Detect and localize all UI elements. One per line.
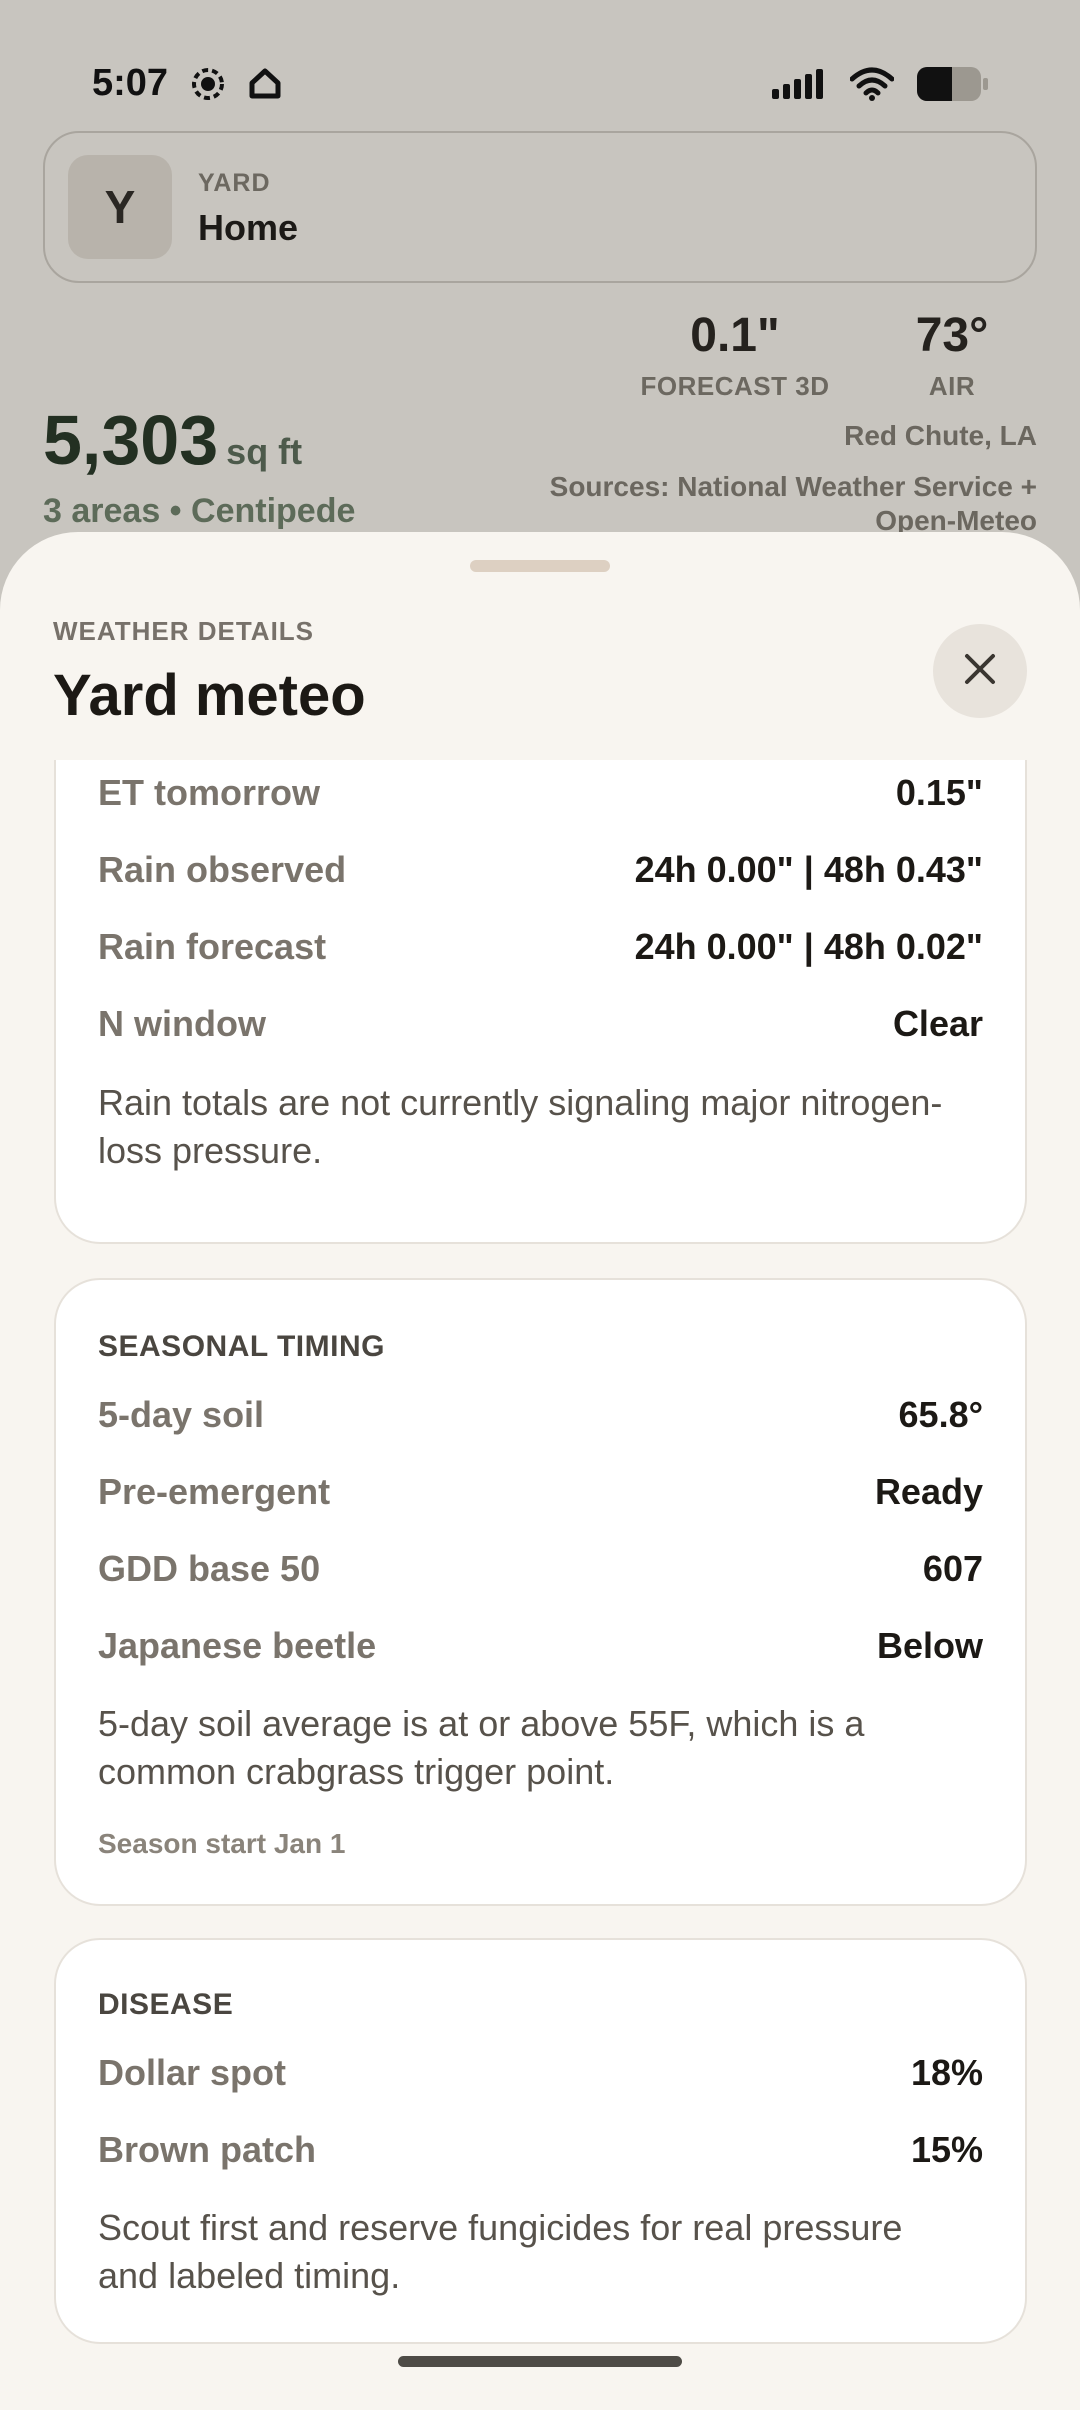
battery-icon <box>916 66 988 107</box>
row-value: 65.8° <box>898 1394 983 1435</box>
row-label: GDD base 50 <box>98 1548 321 1589</box>
yard-kicker: YARD <box>198 169 271 197</box>
yard-name: Home <box>198 207 299 248</box>
row-value: Below <box>876 1625 983 1666</box>
air-metric: 73° AIR <box>882 308 1022 402</box>
weather-details-sheet: WEATHER DETAILS Yard meteo ET tomorrow 0… <box>0 532 1080 2410</box>
row-label: Rain observed <box>98 849 347 890</box>
card-note: Rain totals are not currently signaling … <box>98 1082 943 1171</box>
row-value: 24h 0.00" | 48h 0.43" <box>634 849 983 890</box>
card-row: Rain observed 24h 0.00" | 48h 0.43" <box>98 849 983 891</box>
signal-icon <box>772 69 828 104</box>
yard-selector[interactable]: Y YARD Home <box>43 131 1037 283</box>
sheet-grabber[interactable] <box>470 560 610 572</box>
forecast-metric: 0.1" FORECAST 3D <box>640 308 830 402</box>
row-value: Clear <box>892 1003 983 1044</box>
card-row: ET tomorrow 0.15" <box>98 772 983 814</box>
wifi-icon <box>849 67 895 106</box>
row-label: Japanese beetle <box>98 1625 377 1666</box>
yard-avatar: Y <box>68 155 172 259</box>
card-heading: DISEASE <box>98 1988 234 2021</box>
disease-card: DISEASE Dollar spot 18% Brown patch 15% … <box>54 1938 1027 2344</box>
card-heading: SEASONAL TIMING <box>98 1330 385 1363</box>
sheet-scroll-area[interactable]: ET tomorrow 0.15" Rain observed 24h 0.00… <box>0 760 1080 2410</box>
sheet-title: Yard meteo <box>53 663 366 728</box>
row-value: 15% <box>910 2129 983 2170</box>
card-row: Pre-emergent Ready <box>98 1471 983 1513</box>
row-label: N window <box>98 1003 266 1044</box>
card-row: 5-day soil 65.8° <box>98 1394 983 1436</box>
row-value: 0.15" <box>895 772 983 813</box>
close-icon <box>963 652 997 691</box>
air-value: 73° <box>915 309 989 362</box>
card-row: GDD base 50 607 <box>98 1548 983 1590</box>
record-icon <box>190 66 226 107</box>
area-subtitle: 3 areas • Centipede <box>43 492 356 530</box>
row-value: 24h 0.00" | 48h 0.02" <box>634 926 983 967</box>
row-label: Brown patch <box>98 2129 317 2170</box>
row-label: Dollar spot <box>98 2052 287 2093</box>
sheet-kicker: WEATHER DETAILS <box>53 616 315 646</box>
row-label: 5-day soil <box>98 1394 265 1435</box>
row-value: Ready <box>874 1471 983 1512</box>
row-label: Pre-emergent <box>98 1471 331 1512</box>
card-note: Scout first and reserve fungicides for r… <box>98 2207 903 2296</box>
home-indicator[interactable] <box>398 2356 682 2367</box>
card-row: Dollar spot 18% <box>98 2052 983 2094</box>
season-start-text: Season start Jan 1 <box>98 1828 346 1859</box>
row-value: 607 <box>922 1548 983 1589</box>
row-label: Rain forecast <box>98 926 327 967</box>
location-text: Red Chute, LA <box>844 420 1037 451</box>
area-value: 5,303 <box>43 401 219 479</box>
home-icon <box>248 66 282 107</box>
card-note: 5-day soil average is at or above 55F, w… <box>98 1703 865 1792</box>
card-row: Brown patch 15% <box>98 2129 983 2171</box>
forecast-value: 0.1" <box>690 309 780 362</box>
forecast-label: FORECAST 3D <box>640 371 830 401</box>
water-card: ET tomorrow 0.15" Rain observed 24h 0.00… <box>54 760 1027 1244</box>
air-label: AIR <box>928 371 976 401</box>
close-button[interactable] <box>933 624 1027 718</box>
card-row: Japanese beetle Below <box>98 1625 983 1667</box>
sources-text: Sources: National Weather Service + Open… <box>549 471 1037 536</box>
area-unit: sq ft <box>226 431 303 472</box>
card-row: Rain forecast 24h 0.00" | 48h 0.02" <box>98 926 983 968</box>
card-row: N window Clear <box>98 1003 983 1045</box>
row-label: ET tomorrow <box>98 772 320 813</box>
area-total: 5,303 sq ft <box>43 400 302 480</box>
status-time: 5:07 <box>92 62 169 104</box>
row-value: 18% <box>910 2052 983 2093</box>
seasonal-timing-card: SEASONAL TIMING 5-day soil 65.8° Pre-eme… <box>54 1278 1027 1906</box>
